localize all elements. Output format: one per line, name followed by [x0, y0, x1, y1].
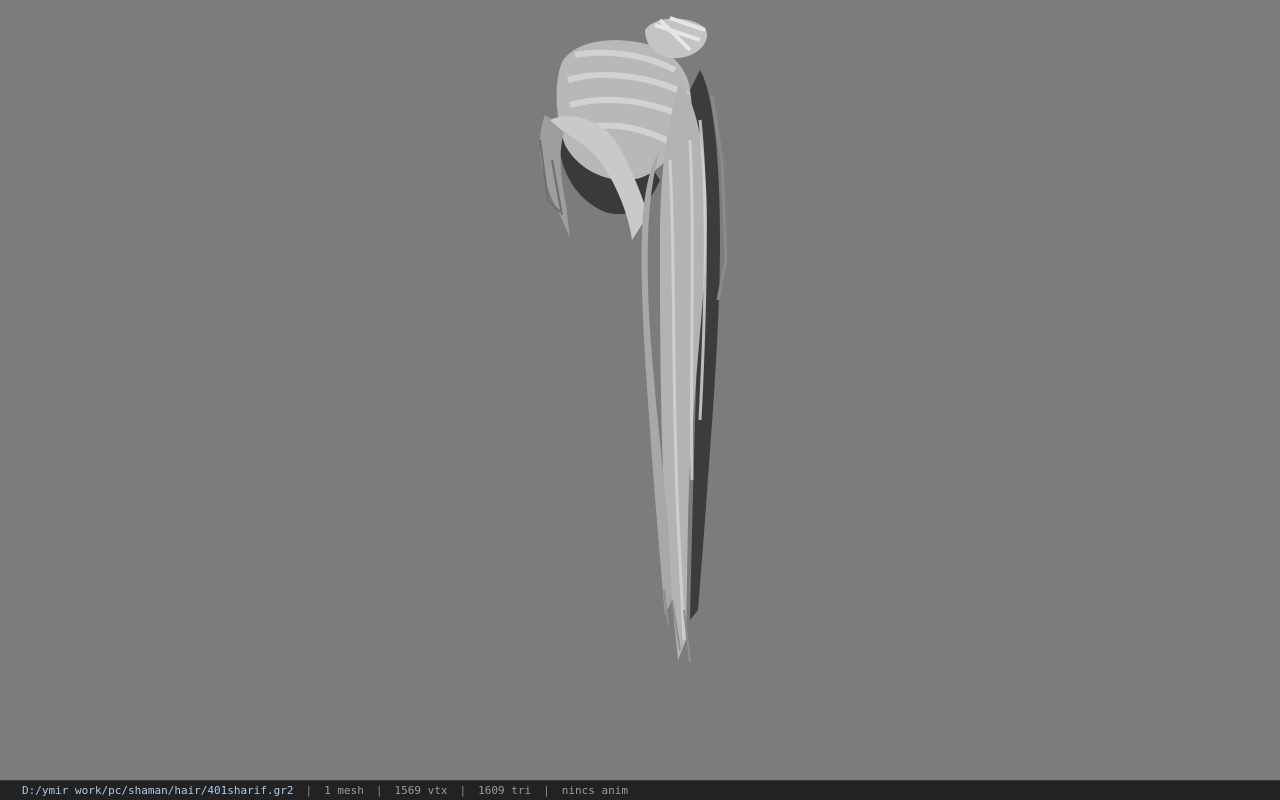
status-bar: D:/ymir work/pc/shaman/hair/401sharif.gr… [0, 780, 1280, 800]
separator: | [305, 784, 313, 797]
hair-model [539, 16, 728, 663]
file-path: D:/ymir work/pc/shaman/hair/401sharif.gr… [22, 784, 294, 797]
mesh-count: 1 mesh [324, 784, 364, 797]
separator: | [375, 784, 383, 797]
separator: | [543, 784, 550, 797]
vertex-count: 1569 vtx [394, 784, 448, 797]
triangle-count: 1609 tri [478, 784, 532, 797]
separator: | [459, 784, 467, 797]
animation-status: nincs anim [561, 784, 628, 797]
3d-viewport[interactable] [0, 0, 1280, 780]
